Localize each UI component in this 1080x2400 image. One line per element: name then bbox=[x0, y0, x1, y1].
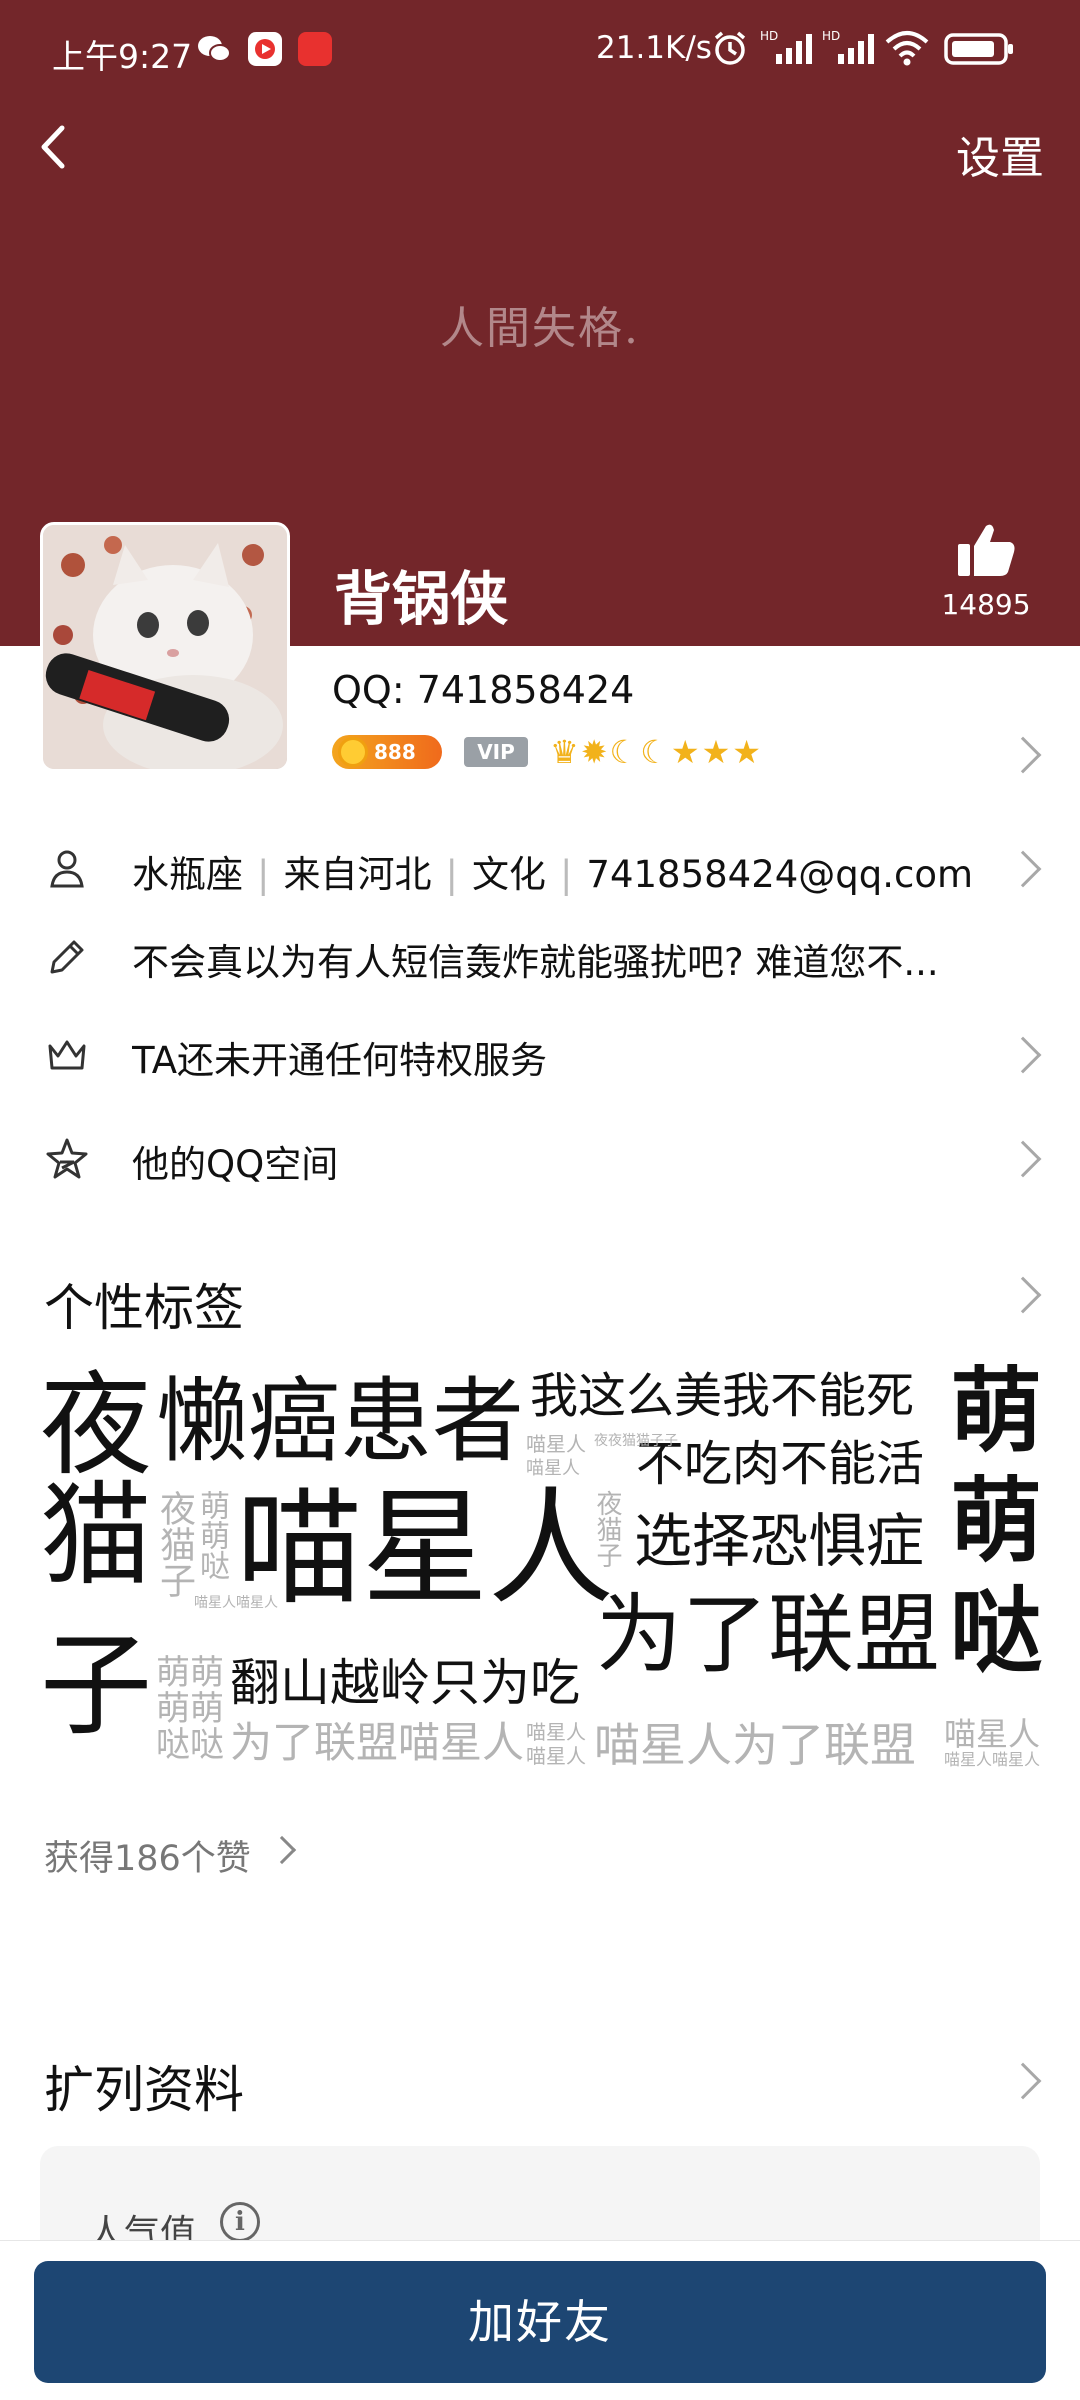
chevron-right-icon[interactable] bbox=[1004, 2062, 1042, 2100]
moon-icon: ☾ bbox=[640, 733, 669, 771]
tag-cloud[interactable]: 夜 懒癌患者 我这么美我不能死 萌 喵星人 不吃肉不能活 猫 夜猫子 喵星人 夜… bbox=[40, 1358, 1043, 1780]
pencil-icon bbox=[50, 940, 84, 974]
tag-likes-text: 获得186个赞 bbox=[44, 1839, 251, 1879]
moon-icon: ☾ bbox=[609, 733, 639, 771]
tag-item: 选择恐惧症 bbox=[634, 1507, 925, 1575]
hd2-label: HD bbox=[822, 29, 840, 43]
wechat-icon bbox=[196, 32, 231, 66]
hometown: 来自河北 bbox=[283, 853, 432, 896]
tag-item: 喵星人 bbox=[526, 1744, 586, 1768]
basic-info-text: 水瓶座 | 来自河北 | 文化 | 741858424@qq.com bbox=[132, 853, 974, 896]
tag-item: 喵星人喵星人 bbox=[944, 1750, 1041, 1769]
tag-item: 为了联盟 bbox=[596, 1585, 940, 1685]
like-button[interactable]: 14895 bbox=[916, 520, 1056, 621]
zodiac: 水瓶座 bbox=[132, 853, 243, 896]
status-bar: 上午9:27 21.1K/s HD HD bbox=[0, 0, 1080, 100]
chevron-left-icon bbox=[41, 125, 65, 169]
chevron-right-icon[interactable] bbox=[1004, 736, 1042, 774]
nickname: 背锅侠 bbox=[334, 565, 509, 633]
star-icon: ★ bbox=[670, 733, 700, 771]
avatar[interactable] bbox=[40, 522, 290, 772]
vip-badge: VIP bbox=[464, 737, 528, 767]
chevron-right-icon bbox=[1004, 1036, 1042, 1074]
privilege-text: TA还未开通任何特权服务 bbox=[132, 1039, 548, 1082]
settings-button[interactable]: 设置 bbox=[956, 122, 1044, 186]
qq-number: QQ: 741858424 bbox=[332, 668, 635, 712]
cat-avatar-image bbox=[43, 525, 287, 769]
sun-icon: ✹ bbox=[580, 733, 608, 771]
battery-icon bbox=[944, 32, 1016, 70]
tag-item: 子 bbox=[40, 1621, 152, 1751]
signal-1-icon: HD bbox=[760, 28, 816, 72]
tag-item: 萌萌哒 bbox=[194, 1490, 229, 1580]
tag-item: 喵星人 bbox=[944, 1715, 1041, 1753]
badge-row[interactable]: 888 VIP ♛ ✹ ☾ ☾ ★ ★ ★ bbox=[332, 732, 761, 772]
crown-icon: ♛ bbox=[550, 733, 579, 771]
person-icon bbox=[50, 850, 84, 888]
tag-item: 萌萌 bbox=[156, 1689, 224, 1729]
basic-info-row[interactable]: 水瓶座 | 来自河北 | 文化 | 741858424@qq.com bbox=[0, 824, 1080, 914]
bottom-bar: 加好友 bbox=[0, 2240, 1080, 2400]
industry: 文化 bbox=[471, 853, 546, 896]
tag-item: 哒 bbox=[950, 1578, 1043, 1685]
signature-row[interactable]: 不会真以为有人短信轰炸就能骚扰吧? 难道您不... bbox=[0, 912, 1080, 1002]
back-button[interactable] bbox=[22, 112, 92, 182]
like-count: 14895 bbox=[941, 588, 1031, 621]
privilege-row[interactable]: TA还未开通任何特权服务 bbox=[0, 1010, 1080, 1100]
tag-item: 哒哒 bbox=[156, 1725, 224, 1765]
tag-item: 喵星人喵星人 bbox=[194, 1595, 278, 1611]
tag-item: 喵星人 bbox=[236, 1475, 614, 1622]
email: 741858424@qq.com bbox=[586, 853, 974, 896]
signature-text: 不会真以为有人短信轰炸就能骚扰吧? 难道您不... bbox=[132, 941, 939, 984]
tag-item: 喵星人 bbox=[526, 1720, 586, 1744]
extra-section-title: 扩列资料 bbox=[44, 2061, 244, 2119]
tag-item: 萌 bbox=[950, 1468, 1043, 1575]
tag-item: 萌萌 bbox=[156, 1653, 224, 1693]
status-time: 上午9:27 bbox=[52, 37, 193, 76]
qzone-text: 他的QQ空间 bbox=[132, 1143, 339, 1186]
coin-badge-value: 888 bbox=[374, 740, 416, 764]
tag-item: 我这么美我不能死 bbox=[530, 1368, 915, 1424]
tag-item: 懒癌患者 bbox=[156, 1368, 525, 1475]
chevron-right-icon bbox=[267, 1835, 297, 1865]
tag-item: 为了联盟喵星人 bbox=[230, 1718, 525, 1767]
news-app-icon bbox=[298, 32, 332, 66]
banner-text: 人間失格. bbox=[440, 303, 640, 354]
tag-likes-link[interactable]: 获得186个赞 bbox=[44, 1830, 251, 1881]
level-icons: ♛ ✹ ☾ ☾ ★ ★ ★ bbox=[550, 733, 761, 771]
hd1-label: HD bbox=[760, 29, 778, 43]
tag-item: 喵星人为了联盟 bbox=[594, 1718, 916, 1772]
video-app-icon bbox=[248, 32, 282, 66]
net-speed: 21.1K/s bbox=[596, 30, 712, 66]
tag-item: 喵星人 bbox=[526, 1458, 580, 1479]
tags-section-title: 个性标签 bbox=[44, 1279, 244, 1337]
add-friend-button[interactable]: 加好友 bbox=[34, 2261, 1046, 2383]
crown-outline-icon bbox=[48, 1040, 86, 1070]
coin-icon bbox=[338, 737, 368, 767]
chevron-right-icon bbox=[1004, 850, 1042, 888]
tag-item: 喵星人 bbox=[526, 1432, 586, 1456]
tag-item: 翻山越岭只为吃 bbox=[230, 1654, 580, 1712]
chevron-right-icon bbox=[1004, 1140, 1042, 1178]
tag-item: 不吃肉不能活 bbox=[636, 1436, 925, 1492]
qzone-row[interactable]: 他的QQ空间 bbox=[0, 1114, 1080, 1204]
tag-item: 夜猫子 bbox=[154, 1490, 195, 1598]
coin-badge: 888 bbox=[332, 735, 442, 769]
alarm-icon bbox=[710, 28, 750, 72]
tag-item: 夜猫子 bbox=[592, 1490, 622, 1568]
thumbs-up-icon bbox=[958, 524, 1015, 576]
chevron-right-icon[interactable] bbox=[1004, 1276, 1042, 1314]
tag-item: 猫 bbox=[40, 1471, 152, 1601]
signal-2-icon: HD bbox=[822, 28, 878, 72]
info-icon[interactable]: i bbox=[220, 2202, 260, 2242]
star-icon: ★ bbox=[701, 733, 731, 771]
tag-item: 夜夜猫猫子子 bbox=[594, 1433, 678, 1449]
qzone-star-icon bbox=[46, 1138, 88, 1179]
star-icon: ★ bbox=[732, 733, 761, 771]
tag-item: 夜 bbox=[40, 1361, 152, 1491]
tag-item: 萌 bbox=[950, 1358, 1043, 1465]
wifi-icon bbox=[884, 28, 930, 72]
